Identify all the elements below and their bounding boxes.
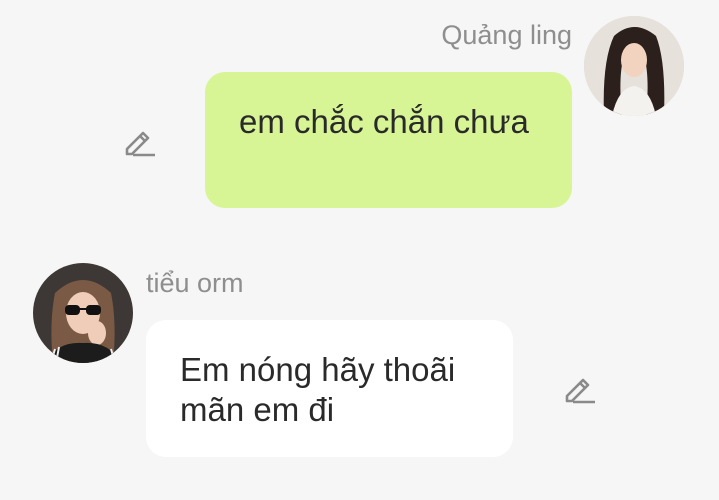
message-text: em chắc chắn chưa: [239, 103, 529, 140]
message-bubble[interactable]: Em nóng hãy thoãi mãn em đi: [146, 320, 513, 457]
message-text: Em nóng hãy thoãi mãn em đi: [180, 351, 456, 428]
message-bubble[interactable]: em chắc chắn chưa: [205, 72, 572, 208]
avatar-tieu-orm-image: [33, 263, 133, 363]
pencil-edit-icon[interactable]: [121, 123, 157, 159]
avatar-quang-ling-image: [584, 16, 684, 116]
pencil-edit-icon[interactable]: [561, 370, 597, 406]
avatar[interactable]: [33, 263, 133, 363]
sender-name: tiểu orm: [146, 268, 244, 298]
avatar[interactable]: [584, 16, 684, 116]
message-row-incoming: tiểu orm Em nóng hãy thoãi mãn em đi: [0, 250, 719, 480]
message-row-outgoing: Quảng ling em chắc chắn chưa: [0, 0, 719, 230]
sender-name: Quảng ling: [441, 20, 572, 50]
